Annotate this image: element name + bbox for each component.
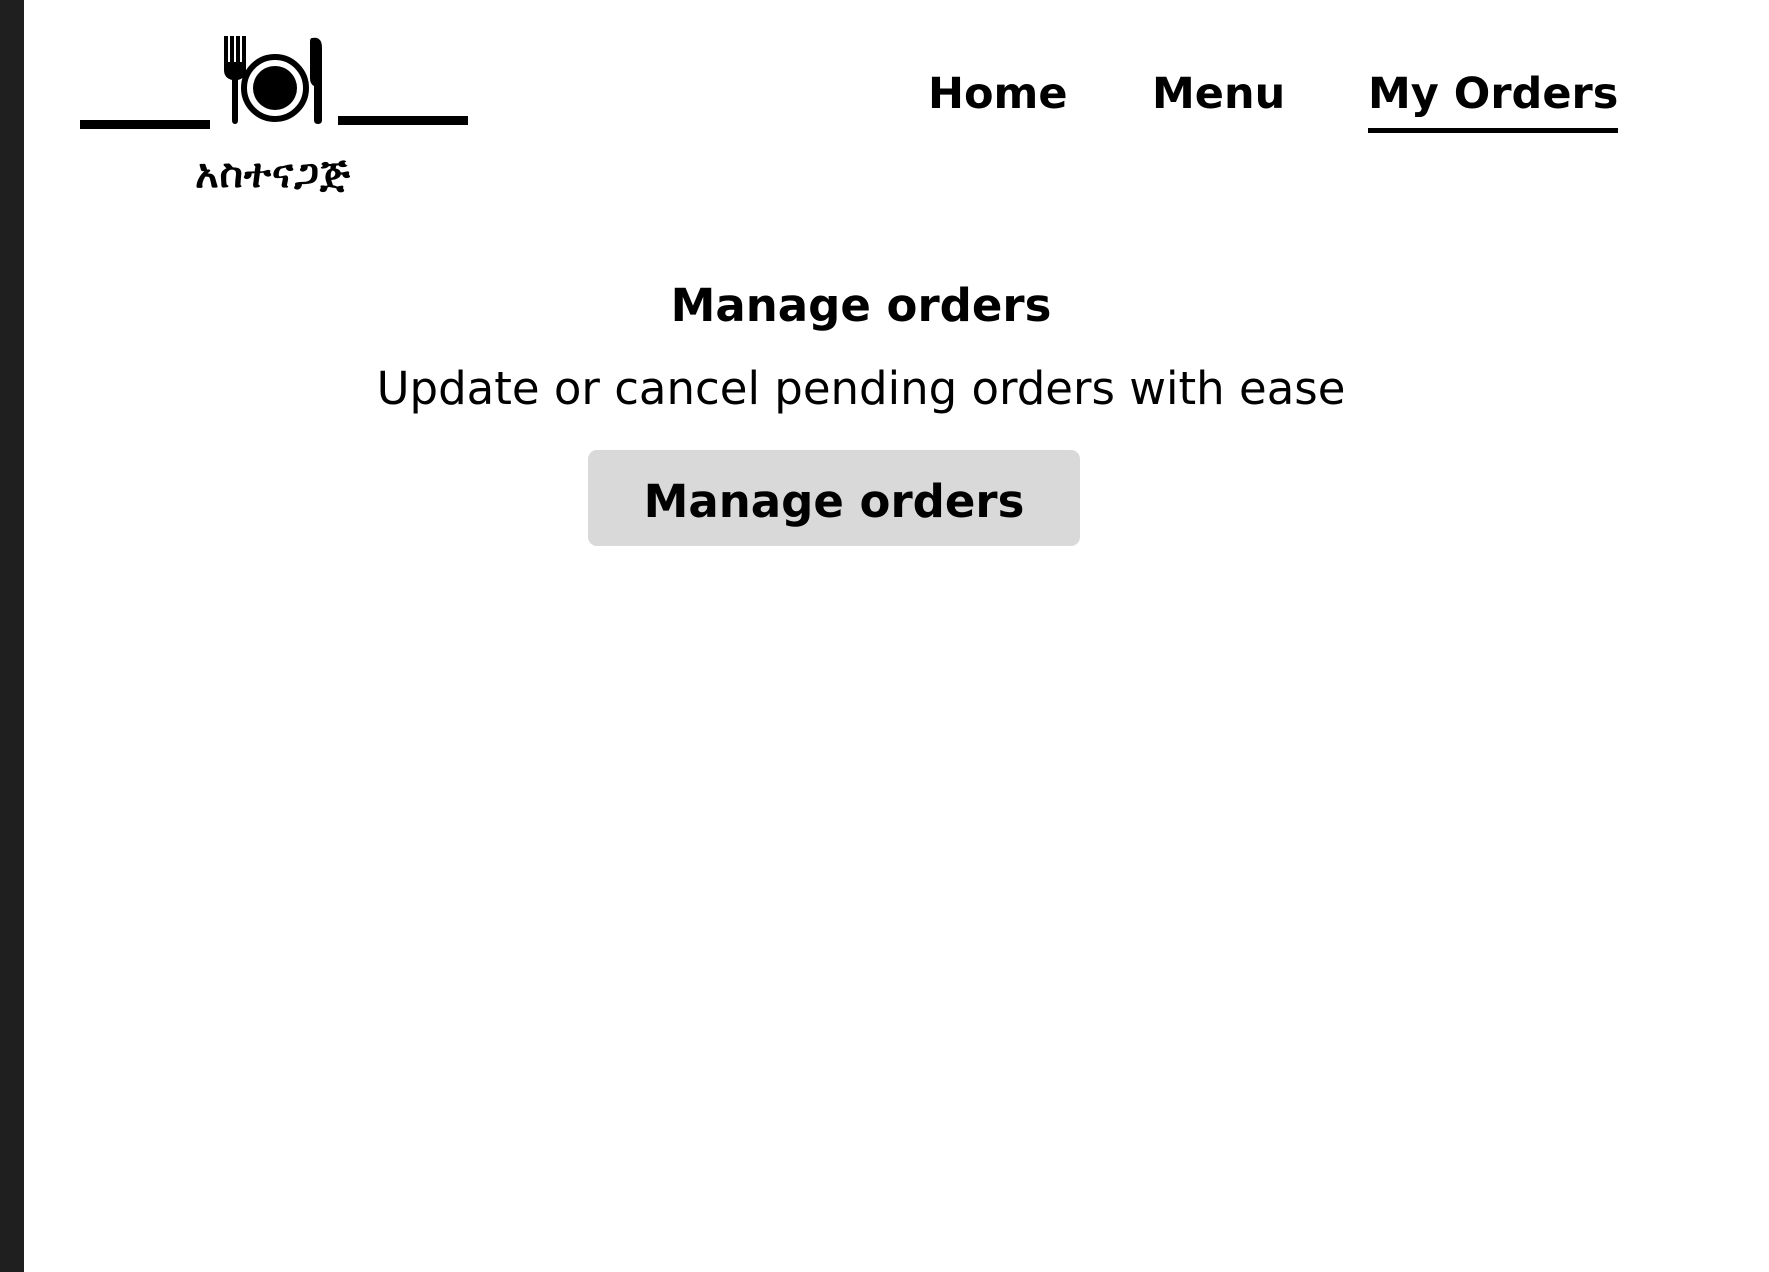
manage-orders-button[interactable]: Manage orders	[588, 450, 1080, 546]
logo-text: አስተናጋጅ	[195, 151, 351, 197]
window-left-edge	[0, 0, 24, 1272]
nav-link-my-orders[interactable]: My Orders	[1368, 66, 1619, 133]
nav-link-menu[interactable]: Menu	[1152, 66, 1285, 122]
page-subtitle: Update or cancel pending orders with eas…	[376, 362, 1346, 415]
page-title: Manage orders	[670, 279, 1052, 333]
site-logo[interactable]: አስተናጋጅ	[78, 34, 468, 204]
fork-plate-knife-icon	[80, 36, 468, 129]
page: አስተናጋጅ Home Menu My Orders Manage orders…	[0, 0, 1769, 1272]
nav-link-home[interactable]: Home	[928, 66, 1068, 122]
